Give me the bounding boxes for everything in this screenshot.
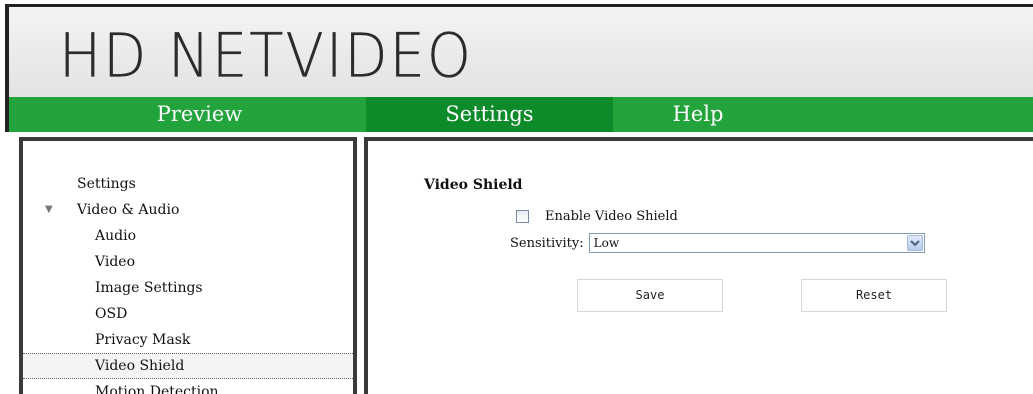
sidebar-item-label: Settings	[77, 176, 136, 192]
header: HD NETVIDEO	[5, 4, 1033, 97]
sidebar-item-label: Video	[95, 254, 136, 270]
caret-down-icon[interactable]: ▼	[45, 197, 53, 223]
settings-sidebar: Settings ▼ Video & Audio Audio Video Ima…	[19, 137, 357, 394]
sensitivity-value: Low	[593, 236, 620, 250]
sidebar-item-motion-detection[interactable]: Motion Detection	[23, 379, 353, 394]
enable-video-shield-checkbox[interactable]	[516, 209, 529, 223]
sidebar-item-label: Motion Detection	[95, 384, 219, 394]
main-nav: Preview Settings Help	[5, 97, 1033, 132]
sidebar-item-video-audio[interactable]: ▼ Video & Audio	[23, 197, 353, 223]
reset-button[interactable]: Reset	[801, 279, 947, 312]
nav-help[interactable]: Help	[613, 97, 773, 132]
sidebar-item-label: Privacy Mask	[95, 332, 191, 348]
sidebar-item-label: Audio	[95, 228, 136, 244]
sidebar-item-label: OSD	[95, 306, 128, 322]
chevron-down-icon[interactable]	[906, 235, 923, 251]
sidebar-item-osd[interactable]: OSD	[23, 301, 353, 327]
sensitivity-select[interactable]: Low	[588, 233, 925, 253]
page-title: Video Shield	[424, 177, 523, 193]
sidebar-item-video-shield[interactable]: Video Shield	[23, 353, 353, 379]
content-panel: Video Shield Enable Video Shield Sensiti…	[364, 137, 1033, 394]
enable-video-shield-label: Enable Video Shield	[545, 208, 678, 224]
save-button[interactable]: Save	[577, 279, 723, 312]
sidebar-item-image-settings[interactable]: Image Settings	[23, 275, 353, 301]
sensitivity-label: Sensitivity:	[510, 235, 584, 251]
sidebar-item-video[interactable]: Video	[23, 249, 353, 275]
sidebar-item-label: Video Shield	[95, 358, 185, 374]
nav-preview[interactable]: Preview	[9, 97, 366, 132]
sensitivity-row: Sensitivity: Low	[510, 233, 925, 253]
sidebar-item-label: Image Settings	[95, 280, 203, 296]
sidebar-item-label: Video & Audio	[77, 202, 180, 218]
enable-video-shield-row: Enable Video Shield	[516, 207, 678, 225]
sidebar-item-settings[interactable]: Settings	[23, 171, 353, 197]
sidebar-item-audio[interactable]: Audio	[23, 223, 353, 249]
sidebar-item-privacy-mask[interactable]: Privacy Mask	[23, 327, 353, 353]
nav-settings[interactable]: Settings	[366, 97, 613, 132]
logo: HD NETVIDEO	[59, 21, 473, 92]
settings-tree: Settings ▼ Video & Audio Audio Video Ima…	[23, 171, 353, 394]
